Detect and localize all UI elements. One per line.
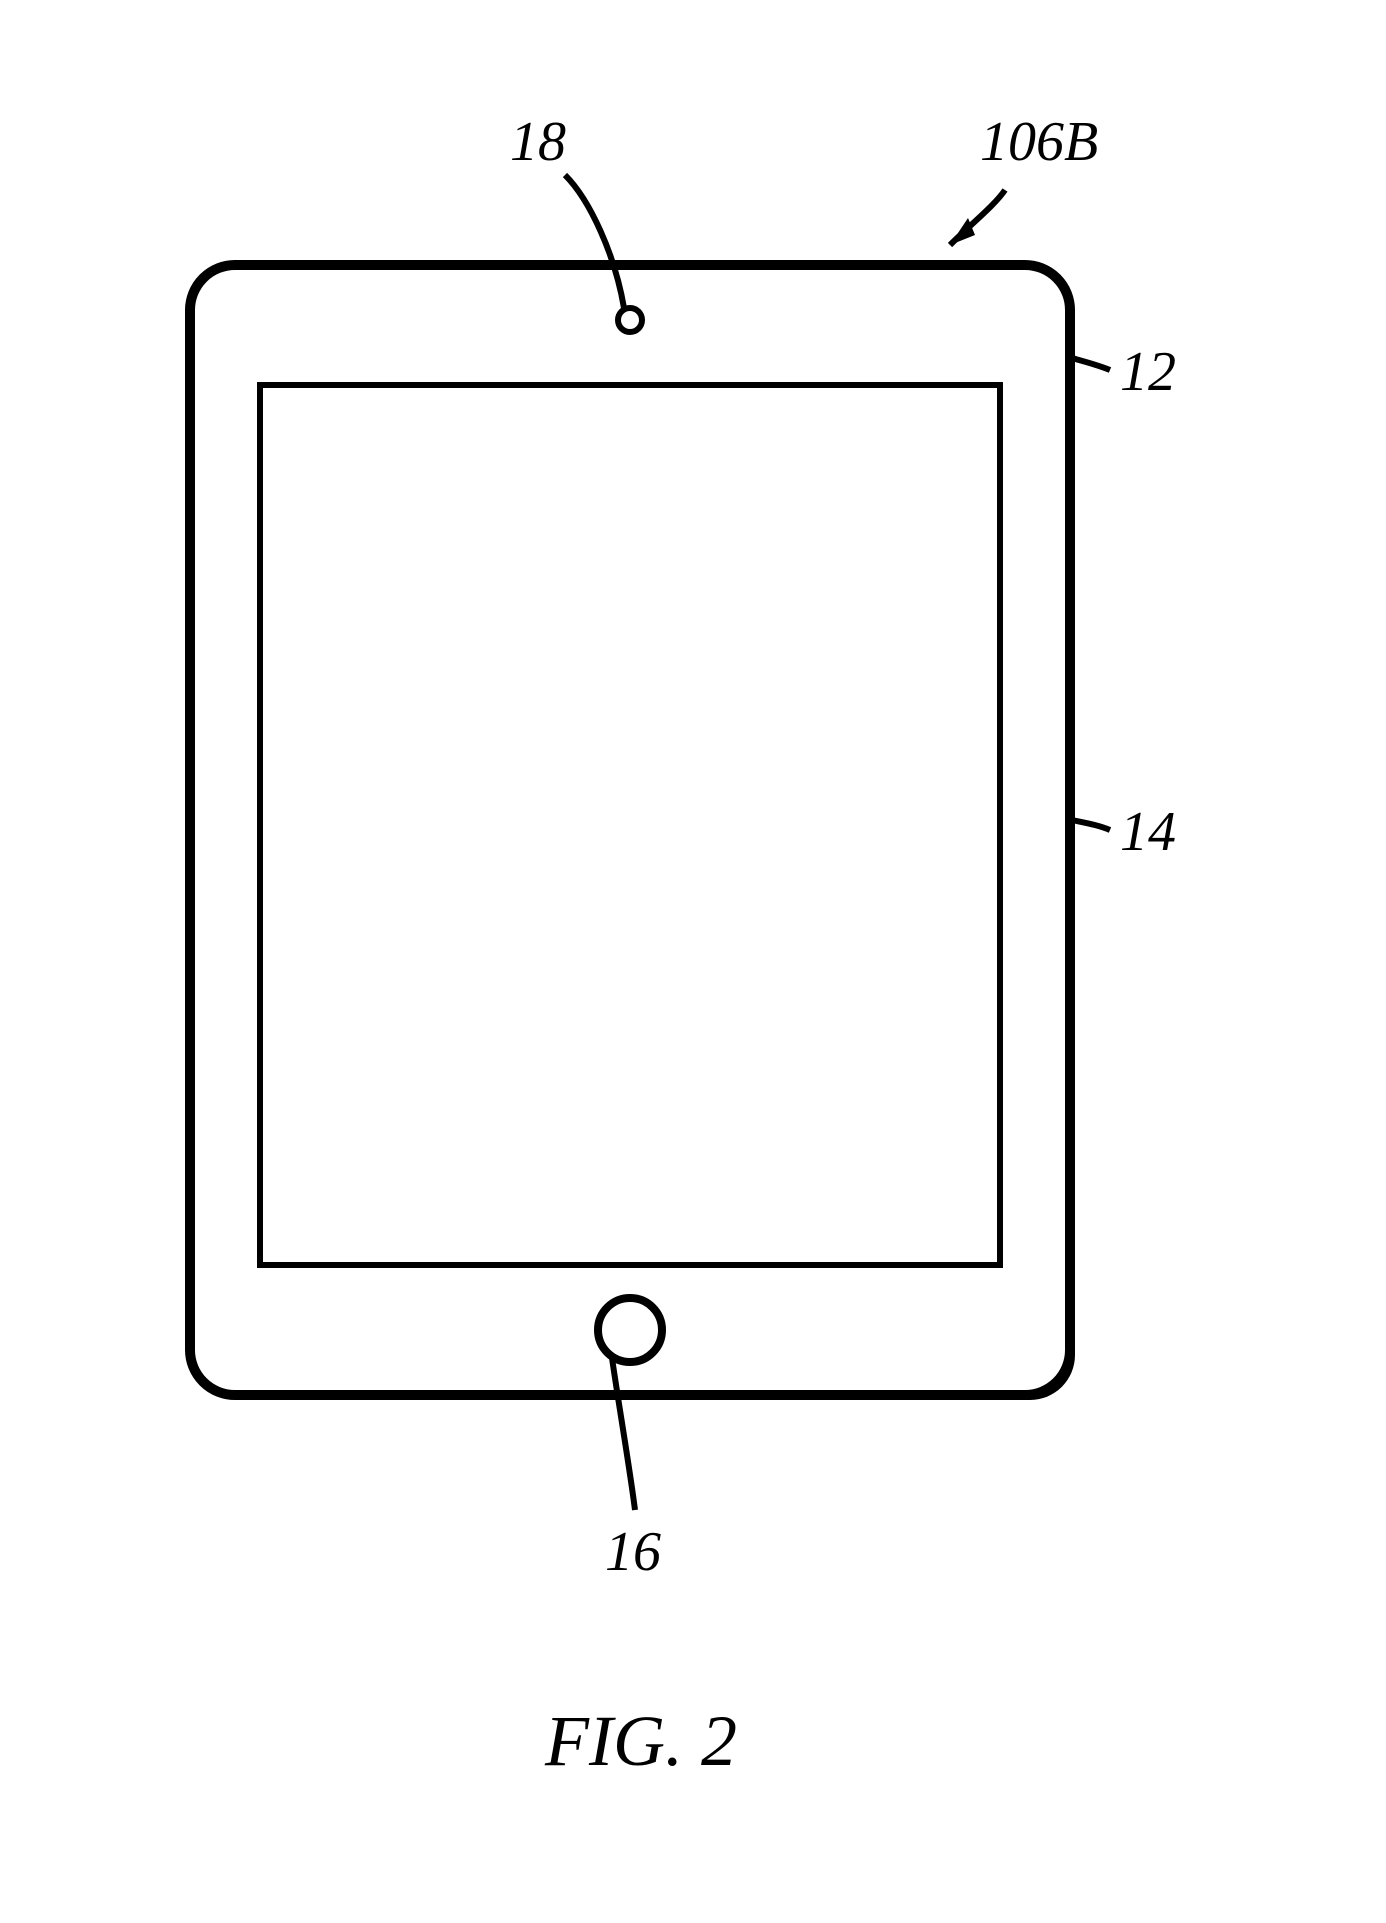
display-rect: [260, 385, 1000, 1265]
leader-14: [1072, 820, 1110, 830]
figure-svg: [0, 0, 1386, 1923]
label-18: 18: [510, 110, 566, 174]
label-12: 12: [1120, 340, 1176, 404]
figure-caption: FIG. 2: [545, 1700, 737, 1783]
camera-circle: [618, 308, 642, 332]
figure-stage: 106B 18 12 14 16 FIG. 2: [0, 0, 1386, 1923]
label-106b: 106B: [980, 110, 1098, 174]
label-16: 16: [605, 1520, 661, 1584]
leader-106b: [950, 190, 1005, 245]
leader-12: [1072, 358, 1110, 370]
home-button-circle: [598, 1298, 662, 1362]
label-14: 14: [1120, 800, 1176, 864]
